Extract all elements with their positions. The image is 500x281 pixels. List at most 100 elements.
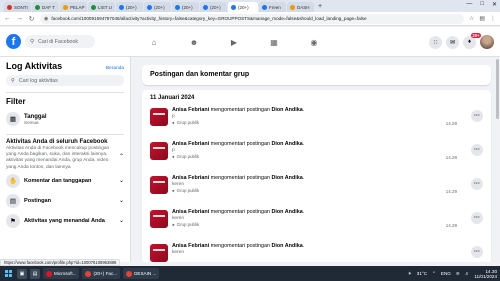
more-options-icon[interactable]: ···	[471, 144, 483, 156]
back-icon[interactable]: ←	[4, 15, 11, 22]
entry-actor[interactable]: Anisa Febriani	[172, 175, 209, 181]
weather-temp[interactable]: 31°C	[417, 271, 427, 276]
address-bar: ← → ↻ ◉ facebook.com/100091594797048/all…	[0, 12, 500, 26]
date-filter[interactable]: ▦ Tanggal Semua	[6, 110, 124, 128]
sidebar-item-posts[interactable]: ▤ Postingan ⌄	[6, 191, 124, 211]
wifi-icon[interactable]: ≋	[456, 271, 460, 277]
marketplace-icon[interactable]: ▦	[265, 35, 283, 49]
sidebar-item-label: Postingan	[24, 197, 52, 204]
profile-avatar[interactable]	[480, 35, 494, 49]
post-thumbnail[interactable]	[150, 108, 168, 126]
browser-menu-icon[interactable]: ⋮	[490, 15, 496, 22]
browser-tab-strip: SONTI DAF T PELAP LIST U (20+) (20+) (20+) (20+…	[0, 0, 500, 12]
home-link[interactable]: Beranda	[106, 66, 124, 71]
gaming-icon[interactable]: ◉	[305, 35, 323, 49]
post-thumbnail[interactable]	[150, 244, 168, 262]
tab-favicon-icon	[91, 4, 96, 10]
tray-chevron-icon[interactable]: ⌃	[432, 271, 436, 277]
browser-tab[interactable]: DAF T	[32, 2, 59, 12]
file-explorer-icon[interactable]: ▤	[30, 268, 40, 279]
entry-target[interactable]: Dion Andika	[272, 209, 303, 215]
browser-tab[interactable]: SONTI	[4, 2, 31, 12]
home-icon[interactable]: ⌂	[145, 35, 163, 49]
entry-target[interactable]: Dion Andika	[272, 175, 303, 181]
activity-entry[interactable]: Anisa Febriani mengomentari postingan Di…	[150, 243, 483, 262]
sidebar-item-tagged[interactable]: ⚑ Aktivitas yang menandai Anda ⌄	[6, 211, 124, 231]
more-options-icon[interactable]: ···	[471, 246, 483, 258]
minimize-icon[interactable]: —	[466, 1, 472, 8]
activity-entry[interactable]: Anisa Febriani mengomentari postingan Di…	[150, 141, 483, 175]
activity-log-sidebar: Log Aktivitas Beranda ⚲ Cari log aktivit…	[0, 57, 131, 262]
url-input[interactable]: ◉ facebook.com/100091594797048/allactivi…	[40, 13, 464, 24]
browser-tab[interactable]: (20+)	[116, 2, 143, 12]
browser-tab[interactable]: PELAP	[60, 2, 87, 12]
tab-favicon-icon	[63, 4, 68, 10]
task-view-icon[interactable]: ▣	[17, 268, 27, 279]
tab-favicon-icon	[262, 4, 267, 10]
taskbar-apps: Microsoft... (20+) Fac... DESAIN ...	[43, 268, 160, 279]
reload-icon[interactable]: ↻	[28, 15, 35, 23]
close-icon[interactable]: ✕	[492, 1, 497, 8]
clock[interactable]: 14.30 11/01/2024	[474, 269, 497, 279]
facebook-search-input[interactable]: ⚲ Cari di Facebook	[25, 35, 95, 48]
chevron-down-icon: ⌄	[118, 178, 124, 185]
bookmark-star-icon[interactable]: ☆	[469, 15, 474, 22]
facebook-logo[interactable]: f	[6, 34, 21, 49]
browser-tab[interactable]: (20+)	[172, 2, 199, 12]
activity-search-input[interactable]: ⚲ Cari log aktivitas	[6, 75, 124, 86]
browser-tab[interactable]: (20+)	[200, 2, 227, 12]
activity-entry[interactable]: Anisa Febriani mengomentari postingan Di…	[150, 175, 483, 209]
entry-actor[interactable]: Anisa Febriani	[172, 141, 209, 147]
entry-target[interactable]: Dion Andika	[272, 107, 303, 113]
browser-tab[interactable]: DASH	[287, 2, 314, 12]
post-thumbnail[interactable]	[150, 142, 168, 160]
start-icon[interactable]	[3, 268, 14, 279]
entry-actor[interactable]: Anisa Febriani	[172, 107, 209, 113]
messenger-icon[interactable]: ✉	[446, 35, 459, 49]
taskbar-app[interactable]: Microsoft...	[43, 268, 80, 279]
entry-audience-label: Grup publik	[176, 153, 200, 159]
entry-comment: keren	[172, 249, 184, 255]
entry-target[interactable]: Dion Andika	[272, 243, 303, 249]
sidebar-item-comments[interactable]: ✋ Komentar dan tanggapan ⌄	[6, 171, 124, 191]
language-indicator[interactable]: ENG	[441, 271, 451, 276]
menu-grid-icon[interactable]: ∷	[429, 35, 442, 49]
taskbar-app[interactable]: (20+) Fac...	[82, 268, 121, 279]
extensions-icon[interactable]: ▤	[479, 15, 485, 22]
watch-icon[interactable]: ▶	[225, 35, 243, 49]
entry-audience: ● Grup publik	[172, 120, 483, 125]
scrollbar[interactable]	[496, 59, 499, 119]
post-thumbnail[interactable]	[150, 210, 168, 228]
more-options-icon[interactable]: ···	[471, 178, 483, 190]
browser-tab[interactable]: (20+)	[144, 2, 171, 12]
browser-tab[interactable]: (20+)	[228, 2, 258, 12]
divider	[6, 134, 124, 135]
entry-audience: ● Grup publik	[172, 188, 483, 193]
entry-actor[interactable]: Anisa Febriani	[172, 243, 209, 249]
weather-icon[interactable]: ☀	[408, 271, 412, 277]
browser-tab[interactable]: Freen	[259, 2, 286, 12]
notification-badge: 20+	[470, 32, 481, 38]
maximize-icon[interactable]: □	[480, 1, 484, 8]
activity-entry[interactable]: Anisa Febriani mengomentari postingan Di…	[150, 209, 483, 243]
notifications-bell-icon[interactable]: ♦ 20+	[463, 32, 481, 49]
friends-icon[interactable]: ☻	[185, 35, 203, 49]
post-thumbnail[interactable]	[150, 176, 168, 194]
entry-audience: ● Grup publik	[172, 154, 483, 159]
more-options-icon[interactable]: ···	[471, 212, 483, 224]
activity-section-header[interactable]: Aktivitas Anda di seluruh Facebook Aktiv…	[6, 139, 124, 171]
taskbar-app[interactable]: DESAIN ...	[123, 268, 160, 279]
status-url: https://www.facebook.com/profile.php?id=…	[0, 259, 121, 266]
more-options-icon[interactable]: ···	[471, 110, 483, 122]
forward-icon[interactable]: →	[16, 15, 23, 22]
entry-target[interactable]: Dion Andika	[272, 141, 303, 147]
volume-icon[interactable]: ♬	[465, 271, 470, 276]
browser-tab[interactable]: LIST U	[88, 2, 115, 12]
entry-time: 14.29	[445, 189, 457, 194]
chevron-up-icon[interactable]: ⌃	[119, 153, 124, 160]
chevron-down-icon: ⌄	[118, 218, 124, 225]
new-tab-icon[interactable]: +	[315, 3, 325, 10]
app-icon	[126, 270, 133, 277]
activity-entry[interactable]: Anisa Febriani mengomentari postingan Di…	[150, 107, 483, 141]
entry-actor[interactable]: Anisa Febriani	[172, 209, 209, 215]
